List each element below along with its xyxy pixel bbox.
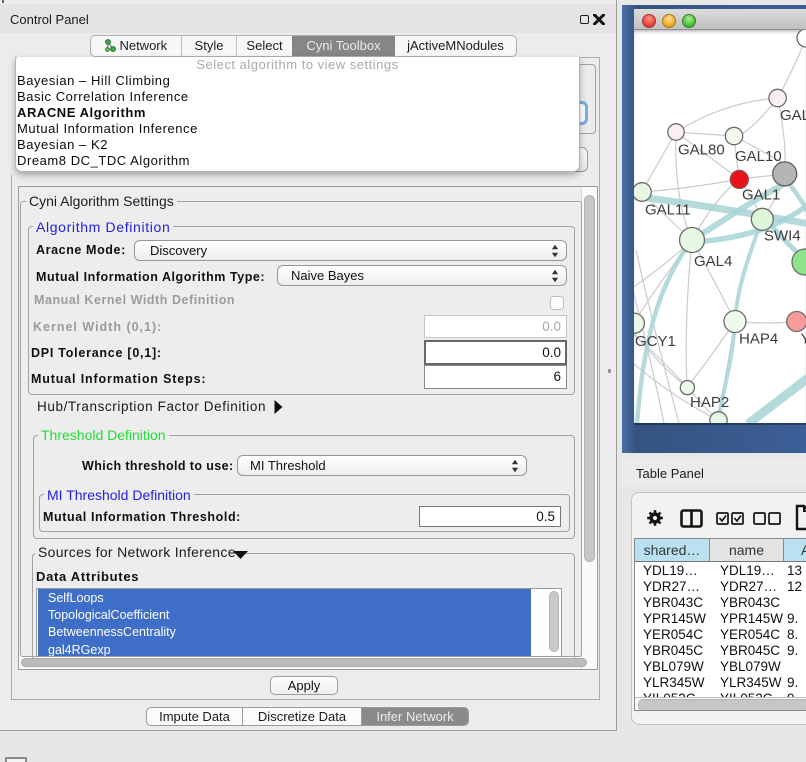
- svg-text:GAL4: GAL4: [694, 253, 732, 270]
- svg-text:GAL2: GAL2: [780, 107, 806, 124]
- svg-text:GAL10: GAL10: [735, 148, 782, 165]
- svg-text:GAL11: GAL11: [645, 202, 691, 219]
- svg-text:HAP2: HAP2: [690, 394, 729, 411]
- svg-text:GCY1: GCY1: [635, 333, 676, 350]
- svg-text:GAL1: GAL1: [742, 186, 780, 203]
- svg-text:Y: Y: [801, 331, 806, 348]
- svg-text:HAP4: HAP4: [739, 331, 778, 348]
- svg-text:GAL80: GAL80: [678, 142, 725, 159]
- svg-text:SWI4: SWI4: [764, 227, 801, 244]
